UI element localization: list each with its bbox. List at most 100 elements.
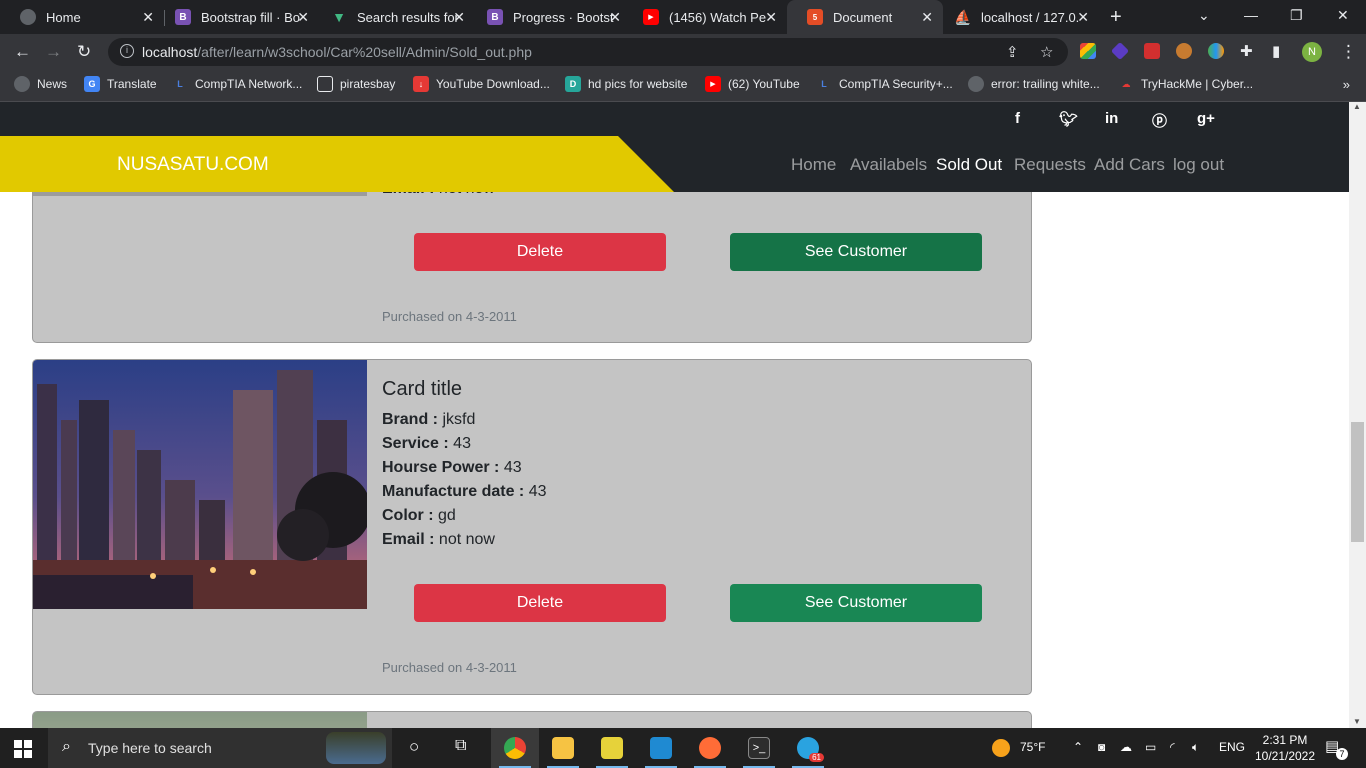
weather-sun-icon[interactable] [992, 739, 1010, 757]
share-icon[interactable]: ⇪ [1006, 43, 1019, 61]
scroll-thumb[interactable] [1351, 422, 1364, 542]
bookmark-youtube[interactable]: ▶ (62) YouTube [705, 76, 800, 92]
restore-icon[interactable]: ❐ [1290, 7, 1303, 24]
search-placeholder: Type here to search [88, 740, 212, 756]
nav-sold-out[interactable]: Sold Out [936, 155, 1002, 175]
close-icon[interactable]: ✕ [297, 9, 309, 26]
page-scrollbar[interactable]: ▲ ▼ [1349, 102, 1366, 728]
menu-icon[interactable]: ⋮ [1340, 42, 1357, 62]
bookmark-translate[interactable]: G Translate [84, 76, 157, 92]
cortana-icon[interactable]: ○ [409, 737, 419, 757]
twitter-icon[interactable]: 🐦︎ [1059, 110, 1078, 128]
extension-icon[interactable] [1080, 43, 1096, 59]
puzzle-icon[interactable]: ✚ [1240, 42, 1253, 60]
taskbar-vscode[interactable] [637, 728, 685, 768]
tab-label: localhost / 127.0. [981, 9, 1080, 25]
nav-log-out[interactable]: log out [1173, 155, 1224, 175]
meet-icon[interactable]: ◙ [1098, 740, 1105, 754]
car-card [32, 711, 1032, 728]
field-brand: Brand : jksfd [382, 411, 476, 428]
extension-icon[interactable] [1208, 43, 1224, 59]
tab-search-results[interactable]: ▼ Search results for ✕ [311, 0, 475, 34]
delete-button[interactable]: Delete [414, 233, 666, 271]
clock[interactable]: 2:31 PM 10/21/2022 [1250, 732, 1320, 764]
see-customer-button[interactable]: See Customer [730, 233, 982, 271]
tray-chevron-icon[interactable]: ⌃ [1073, 740, 1083, 754]
close-icon[interactable]: ✕ [453, 9, 465, 26]
nav-add-cars[interactable]: Add Cars [1094, 155, 1165, 175]
tab-home[interactable]: Home ✕ [0, 0, 164, 34]
card-title: Card title [382, 378, 463, 400]
bookmark-hd-pics[interactable]: Dhd pics for website [565, 76, 687, 92]
pinterest-icon[interactable]: ⓟ [1152, 110, 1167, 131]
brand-logo[interactable]: NUSASATU.COM [117, 154, 269, 176]
bookmark-youtube-download[interactable]: ↓ YouTube Download... [413, 76, 550, 92]
postman-icon [699, 737, 721, 759]
weather-temperature[interactable]: 75°F [1020, 740, 1045, 754]
minimize-icon[interactable]: — [1244, 7, 1258, 23]
close-icon[interactable]: ✕ [609, 9, 621, 26]
taskbar-chrome[interactable] [491, 728, 539, 768]
bookmark-tryhackme[interactable]: ☁ TryHackMe | Cyber... [1118, 76, 1254, 92]
bookmark-comptia-network[interactable]: L CompTIA Network... [172, 76, 302, 92]
car-image [33, 712, 367, 728]
extension-icon[interactable] [1110, 41, 1130, 61]
language-indicator[interactable]: ENG [1219, 740, 1245, 754]
url-text[interactable]: localhost/after/learn/w3school/Car%20sel… [142, 44, 532, 60]
bookmark-comptia-security[interactable]: L CompTIA Security+... [816, 76, 952, 92]
tab-search-chevron-icon[interactable]: ⌄ [1198, 7, 1210, 24]
close-icon[interactable]: ✕ [765, 9, 777, 26]
nav-availabels[interactable]: Availabels [850, 155, 927, 175]
forward-arrow-icon[interactable]: → [45, 42, 62, 62]
volume-icon[interactable]: 🔈︎ [1192, 740, 1199, 755]
nav-requests[interactable]: Requests [1014, 155, 1086, 175]
taskbar-search-box[interactable]: ⌕ Type here to search [48, 728, 392, 768]
bookmark-star-icon[interactable]: ☆ [1040, 43, 1053, 61]
see-customer-button[interactable]: See Customer [730, 584, 982, 622]
search-icon: ⌕ [62, 738, 71, 755]
field-email: Email : not now [382, 531, 495, 548]
bookmarks-overflow-icon[interactable]: » [1343, 77, 1350, 92]
bookmark-error-trailing[interactable]: error: trailing white... [968, 76, 1100, 92]
reload-icon[interactable]: ↻ [77, 42, 91, 62]
google-plus-icon[interactable]: g+ [1197, 110, 1215, 127]
tab-label: Progress · Bootst [513, 9, 614, 25]
tab-phpmyadmin[interactable]: ⛵ localhost / 127.0. ✕ [935, 0, 1099, 34]
close-icon[interactable]: ✕ [921, 9, 933, 26]
delete-button[interactable]: Delete [414, 584, 666, 622]
side-panel-icon[interactable]: ▮ [1272, 42, 1280, 60]
battery-icon[interactable]: ▭ [1145, 740, 1156, 754]
tab-document[interactable]: 5 Document ✕ [787, 0, 943, 34]
facebook-icon[interactable]: f [1015, 110, 1020, 127]
tab-progress-bootstrap[interactable]: B Progress · Bootst ✕ [467, 0, 631, 34]
taskbar-terminal[interactable]: >_ [735, 728, 783, 768]
wifi-icon[interactable]: ◜ [1170, 740, 1175, 754]
profile-avatar[interactable]: N [1302, 42, 1322, 62]
tab-bootstrap-fill[interactable]: B Bootstrap fill · Bo ✕ [155, 0, 319, 34]
bookmark-news[interactable]: News [14, 76, 67, 92]
windows-start-icon[interactable] [14, 740, 32, 758]
close-icon[interactable]: ✕ [142, 9, 154, 26]
address-bar[interactable]: i localhost/after/learn/w3school/Car%20s… [108, 38, 1068, 66]
linkedin-icon[interactable]: in [1105, 110, 1118, 127]
taskbar-file-explorer[interactable] [539, 728, 587, 768]
back-arrow-icon[interactable]: ← [14, 42, 31, 62]
scroll-down-arrow-icon[interactable]: ▼ [1353, 717, 1361, 726]
field-service: Service : 43 [382, 435, 471, 452]
info-icon[interactable]: i [120, 44, 134, 58]
onedrive-icon[interactable]: ☁ [1120, 740, 1132, 754]
browser-toolbar: ← → ↻ i localhost/after/learn/w3school/C… [0, 34, 1366, 70]
scroll-up-arrow-icon[interactable]: ▲ [1353, 102, 1361, 111]
taskbar-telegram[interactable]: 61 [784, 728, 832, 768]
taskbar-postman[interactable] [686, 728, 734, 768]
window-close-icon[interactable]: ✕ [1337, 7, 1349, 24]
bookmark-piratesbay[interactable]: piratesbay [317, 76, 395, 92]
nav-home[interactable]: Home [791, 155, 836, 175]
close-icon[interactable]: ✕ [1077, 9, 1089, 26]
taskbar-app[interactable] [588, 728, 636, 768]
new-tab-button[interactable]: + [1110, 6, 1122, 29]
cookie-icon[interactable] [1176, 43, 1192, 59]
extension-icon[interactable] [1144, 43, 1160, 59]
tab-youtube[interactable]: ▶ (1456) Watch Pe ✕ [623, 0, 787, 34]
task-view-icon[interactable]: ⧉ [455, 737, 466, 755]
